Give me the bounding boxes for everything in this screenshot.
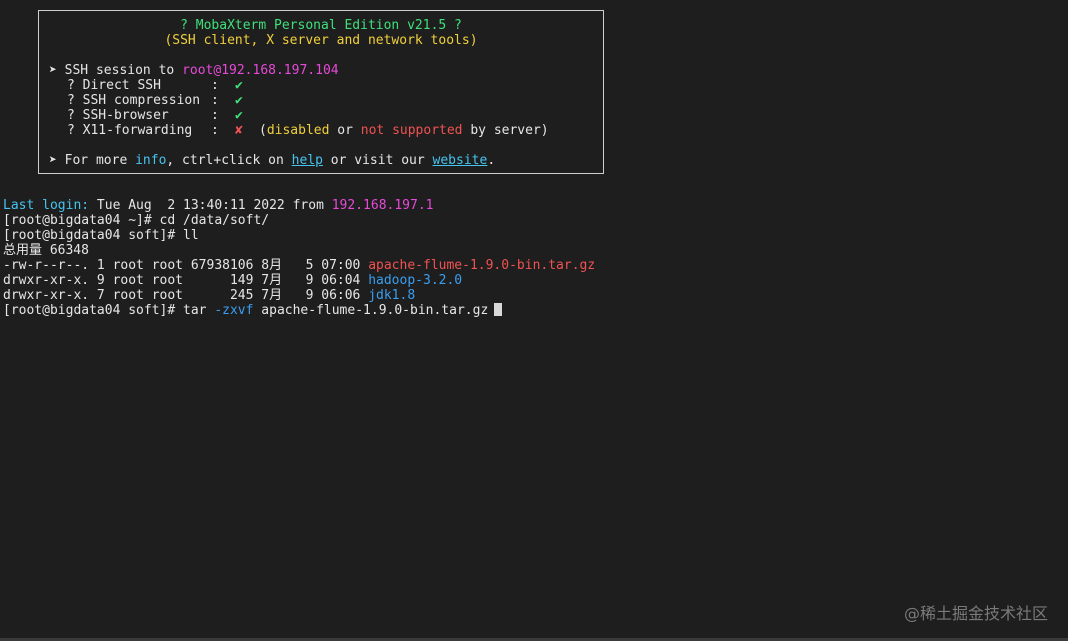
check-icon: ✔ [235, 78, 243, 93]
check-colon: : [211, 123, 219, 138]
x11-note: (disabled or not supported by server) [259, 123, 549, 138]
session-target: root@192.168.197.104 [182, 63, 339, 78]
ssh-session-line: ➤ SSH session to root@192.168.197.104 [39, 63, 613, 78]
check-colon: : [211, 78, 219, 93]
check-ssh-browser: ? SSH-browser : ✔ [39, 108, 603, 123]
last-login-line: Last login: Tue Aug 2 13:40:11 2022 from… [3, 198, 434, 213]
welcome-banner: ? MobaXterm Personal Edition v21.5 ? (SS… [38, 10, 604, 174]
check-icon: ✔ [235, 93, 243, 108]
text-cursor [494, 303, 503, 316]
check-colon: : [211, 108, 219, 123]
website-link[interactable]: website [433, 153, 488, 168]
current-command-line[interactable]: [root@bigdata04 soft]# tar -zxvf apache-… [3, 303, 503, 318]
file-name: hadoop-3.2.0 [368, 273, 463, 288]
session-prefix: ➤ SSH session to [49, 63, 183, 78]
command-line-ll: [root@bigdata04 soft]# ll [3, 228, 199, 243]
file-row: drwxr-xr-x. 9 root root 149 7月 9 06:04 h… [3, 273, 463, 288]
check-ssh-compression: ? SSH compression : ✔ [39, 93, 603, 108]
banner-subtitle: (SSH client, X server and network tools) [164, 33, 478, 48]
command-flag: -zxvf [214, 303, 254, 318]
check-label: ? X11-forwarding [67, 123, 193, 138]
check-direct-ssh: ? Direct SSH : ✔ [39, 78, 603, 93]
check-icon: ✔ [235, 108, 243, 123]
info-text: info [135, 153, 167, 168]
command-line-cd: [root@bigdata04 ~]# cd /data/soft/ [3, 213, 270, 228]
check-colon: : [211, 93, 219, 108]
file-row: drwxr-xr-x. 7 root root 245 7月 9 06:06 j… [3, 288, 416, 303]
file-name: apache-flume-1.9.0-bin.tar.gz [368, 258, 596, 273]
check-label: ? Direct SSH [67, 78, 161, 93]
file-name: jdk1.8 [368, 288, 416, 303]
check-label: ? SSH compression [67, 93, 201, 108]
watermark: @稀土掘金技术社区 [903, 604, 1048, 623]
check-x11-forwarding: ? X11-forwarding : ✘ (disabled or not su… [39, 123, 603, 138]
file-row: -rw-r--r--. 1 root root 67938106 8月 5 07… [3, 258, 596, 273]
more-info-line: ➤ For more info, ctrl+click on help or v… [49, 153, 496, 168]
banner-title: ? MobaXterm Personal Edition v21.5 ? [180, 18, 462, 33]
cross-icon: ✘ [235, 123, 243, 138]
help-link[interactable]: help [292, 153, 323, 168]
terminal-window[interactable]: ? MobaXterm Personal Edition v21.5 ? (SS… [0, 0, 1068, 641]
total-line: 总用量 66348 [3, 243, 89, 258]
check-label: ? SSH-browser [67, 108, 169, 123]
